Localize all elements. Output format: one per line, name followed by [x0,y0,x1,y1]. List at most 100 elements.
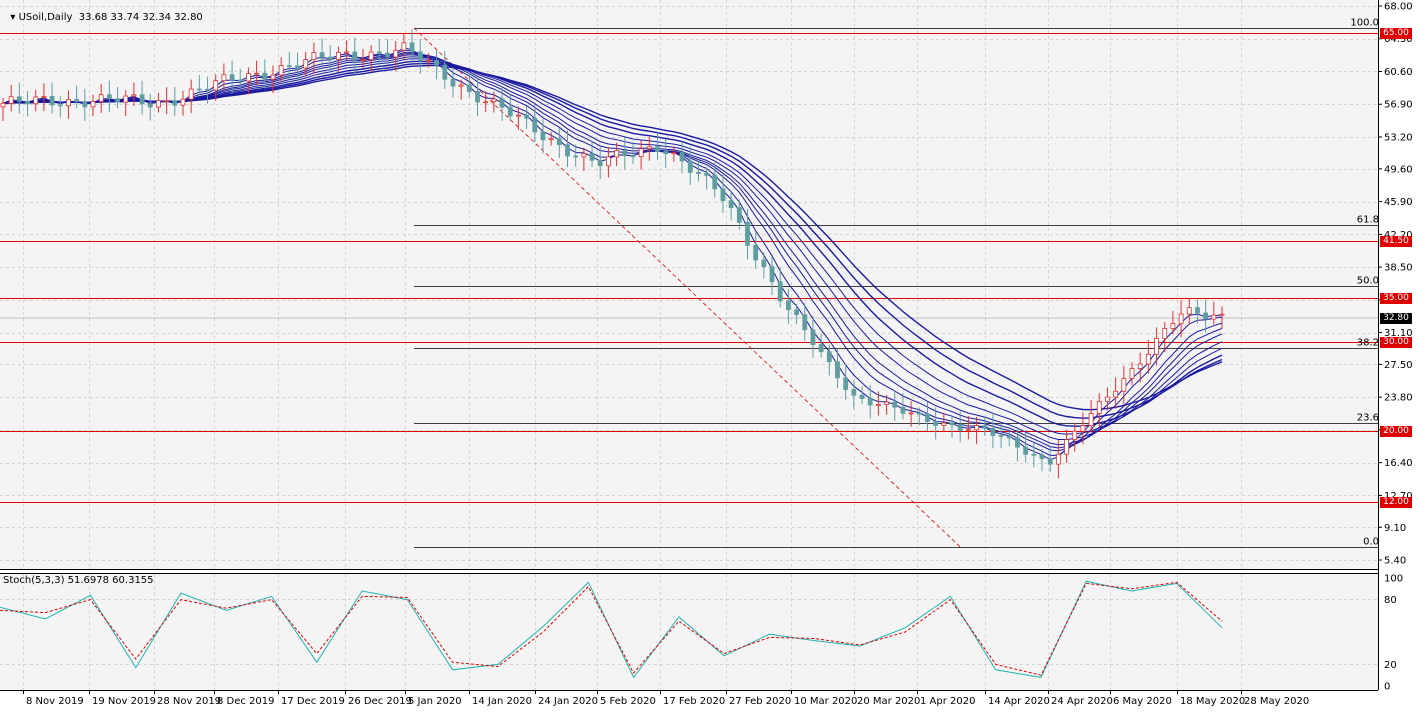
candle-body [990,427,996,436]
chart-header: ▾ USoil,Daily 33.68 33.74 32.34 32.80 [4,1,202,23]
candle-body [311,52,317,60]
candle-body [646,146,652,150]
candle-body [57,104,63,107]
candle-body [785,300,791,311]
price-tick-label: 60.60 [1384,67,1413,78]
candle-body [826,351,832,363]
candle-body [1015,437,1020,448]
candle-body [1023,446,1029,455]
fibo-label: 50.0 [1357,276,1379,287]
candle-body [1047,458,1053,465]
fibo-label: 0.0 [1363,537,1379,548]
price-panel-background [0,0,1378,569]
candle-body [106,94,112,100]
candle-body [0,102,6,108]
price-tick-label: 68.00 [1384,2,1413,13]
candle-body [614,150,619,158]
candle-body [516,114,521,117]
price-tick-label: 49.60 [1384,164,1413,175]
candle-body [499,98,505,108]
candle-body [319,52,325,58]
candle-body [442,64,448,80]
level-label: 35.00 [1380,292,1412,304]
candle-body [933,421,939,426]
candle-body [213,80,219,91]
candle-body [908,412,914,415]
candle-body [237,79,243,82]
candle-body [573,155,579,158]
candle-body [687,160,693,173]
candle-body [851,389,857,396]
candle-body [900,406,906,414]
date-label: 28 May 2020 [1244,696,1309,707]
candle-body [115,98,120,103]
candle-body [49,95,55,106]
candle-body [867,398,873,406]
candle-body [589,153,595,161]
date-label: 1 Apr 2020 [920,696,975,707]
candle-body [736,207,742,223]
price-tick-label: 27.50 [1384,360,1413,371]
candle-body [278,65,284,76]
candle-body [655,146,660,152]
date-axis: 8 Nov 2019 19 Nov 2019 28 Nov 20198 Dec 20… [23,690,1309,707]
date-label: 20 Mar 2020 [857,696,920,707]
candle-body [270,74,276,80]
level-label: 41.50 [1380,235,1412,247]
candle-body [156,100,161,108]
candle-body [1096,400,1102,414]
candle-body [1129,368,1135,379]
candle-body [1162,328,1168,339]
date-label: 26 Dec 2019 [348,696,412,707]
candle-body [1203,312,1209,320]
candle-body [466,84,472,92]
date-label: 24 Jan 2020 [538,696,598,707]
candle-body [196,88,202,91]
triangle-down-icon[interactable]: ▾ [10,12,18,23]
candle-body [941,422,947,426]
candle-body [818,344,824,353]
candle-body [1170,323,1176,329]
candle-body [679,152,685,162]
candle-body [875,404,881,406]
price-tick-label: 5.40 [1384,556,1406,567]
candle-body [1186,307,1192,315]
date-label: 5 Jan 2020 [408,696,462,707]
candle-body [229,74,235,81]
candle-body [295,65,300,69]
candle-body [25,100,30,105]
candle-body [327,56,333,60]
level-label: 65.00 [1380,27,1412,39]
candle-body [581,153,587,158]
date-label: 8 Dec 2019 [217,696,275,707]
candle-body [1006,435,1012,439]
candle-body [8,96,14,104]
candle-body [41,95,47,98]
price-tick-label: 45.90 [1384,197,1413,208]
price-tick-label: 53.20 [1384,132,1413,143]
candle-body [450,78,456,87]
candle-body [982,425,988,429]
candle-body [597,159,603,167]
candle-body [66,99,71,107]
candle-body [859,394,865,399]
level-label: 12.00 [1380,496,1412,508]
candle-body [221,74,227,82]
fibo-label: 38.2 [1357,338,1379,349]
candle-body [262,72,268,80]
chart-area: 100.061.850.038.223.60.0 68.0064.3060.60… [0,0,1413,707]
candle-body [1039,454,1045,460]
candle-body [761,259,767,268]
date-label: 17 Feb 2020 [663,696,725,707]
price-tick-label: 16.40 [1384,458,1413,469]
candle-body [1113,390,1119,398]
candle-body [965,429,971,432]
candle-body [745,222,750,246]
candle-body [835,361,840,379]
stoch-tick-label: 100 [1384,574,1403,585]
stoch-tick-label: 0 [1384,682,1390,693]
candle-body [1105,396,1110,402]
candle-body [82,101,88,108]
stoch-tick-label: 20 [1384,660,1397,671]
candle-body [1031,453,1037,456]
